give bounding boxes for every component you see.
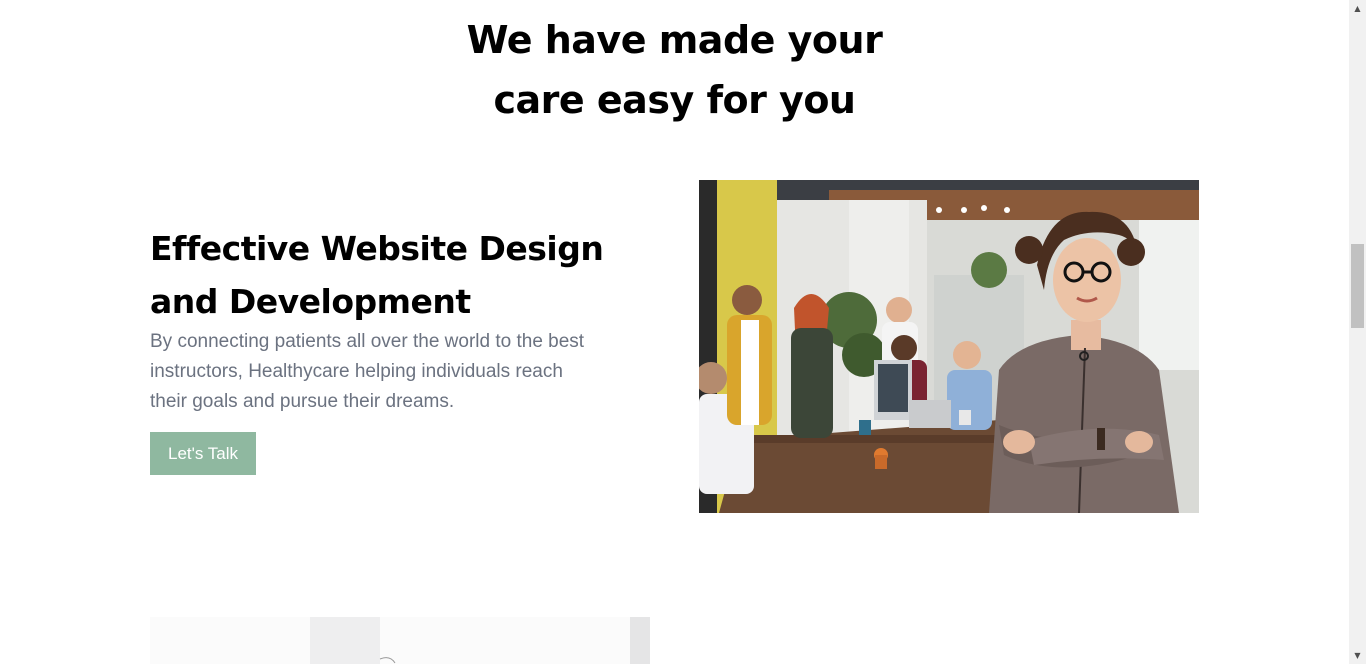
next-section-photo <box>150 617 650 664</box>
triangle-down-icon[interactable]: ▼ <box>1349 647 1366 664</box>
page: We have made your care easy for you Effe… <box>0 0 1349 664</box>
feature-title-line-2: and Development <box>150 282 471 321</box>
feature-title: Effective Website Design and Development <box>150 222 670 328</box>
section-heading: We have made your care easy for you <box>0 10 1349 130</box>
feature-title-line-1: Effective Website Design <box>150 229 604 268</box>
team-office-photo <box>699 180 1199 513</box>
section-heading-line-1: We have made your <box>466 18 883 62</box>
lets-talk-button[interactable]: Let's Talk <box>150 432 256 475</box>
feature-description: By connecting patients all over the worl… <box>150 331 585 412</box>
section-heading-line-2: care easy for you <box>493 78 856 122</box>
vertical-scrollbar[interactable]: ▲ ▼ <box>1349 0 1366 664</box>
triangle-up-icon[interactable]: ▲ <box>1349 0 1366 17</box>
scrollbar-thumb[interactable] <box>1351 244 1364 328</box>
